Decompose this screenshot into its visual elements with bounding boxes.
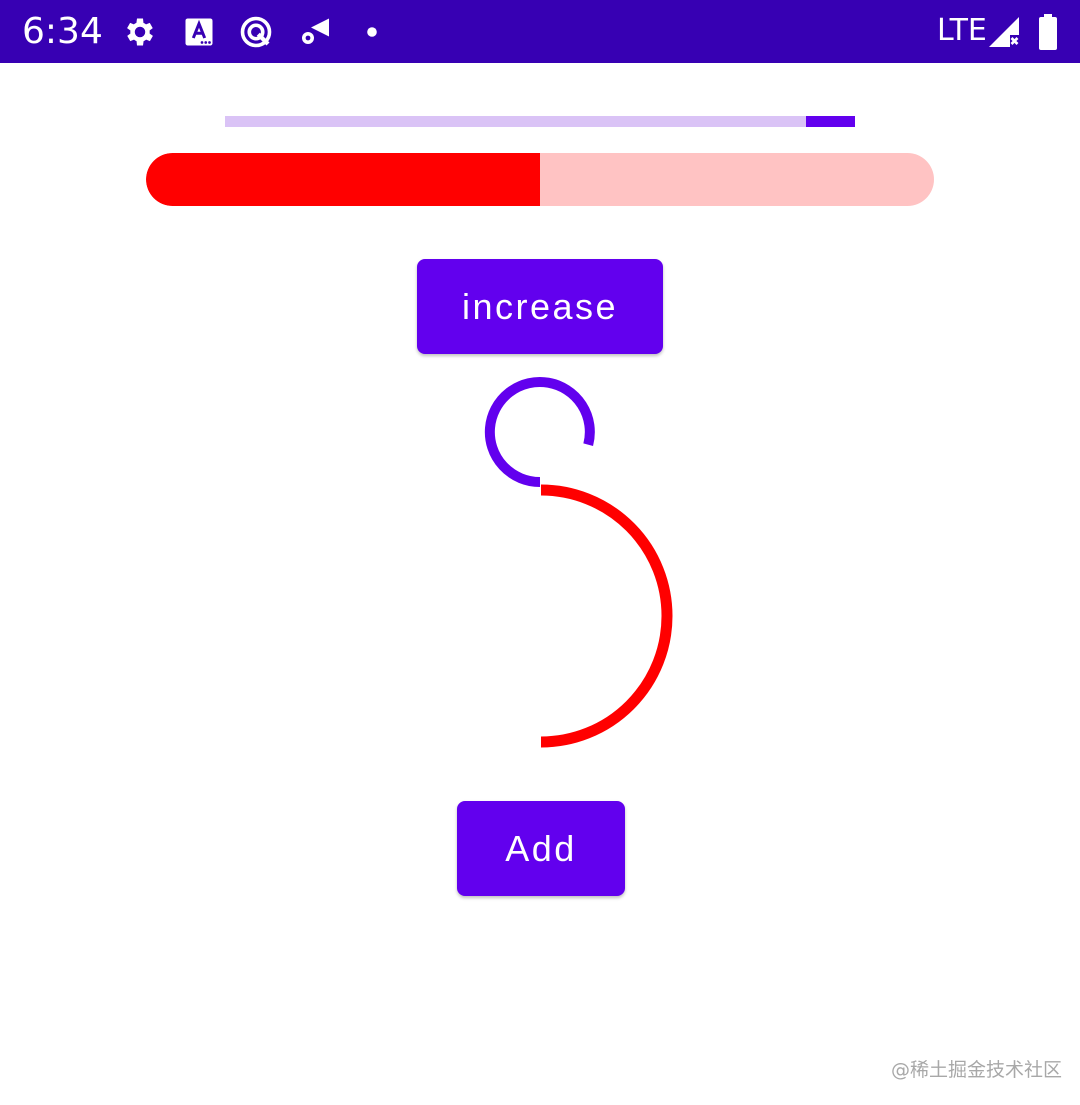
rounded-progress-bar (146, 153, 934, 206)
signal-icon (986, 14, 1022, 50)
app-a-icon (181, 14, 217, 50)
rounded-progress-fill (146, 153, 540, 206)
watermark: @稀土掘金技术社区 (891, 1059, 1063, 1081)
gear-icon (122, 14, 158, 50)
large-progress-arc (540, 484, 673, 748)
increase-button[interactable]: increase (417, 259, 663, 354)
linear-progress-indicator (806, 116, 855, 127)
data-saver-icon (238, 14, 274, 50)
notification-dot-icon (354, 14, 390, 50)
status-time: 6:34 (22, 11, 103, 52)
linear-progress-bar (225, 116, 855, 127)
wifi-settings-icon (296, 14, 332, 50)
status-bar: 6:34 LTE (0, 0, 1080, 63)
battery-icon (1032, 14, 1064, 50)
network-type: LTE (937, 13, 987, 48)
small-progress-arc (484, 377, 595, 488)
add-button[interactable]: Add (457, 801, 625, 896)
